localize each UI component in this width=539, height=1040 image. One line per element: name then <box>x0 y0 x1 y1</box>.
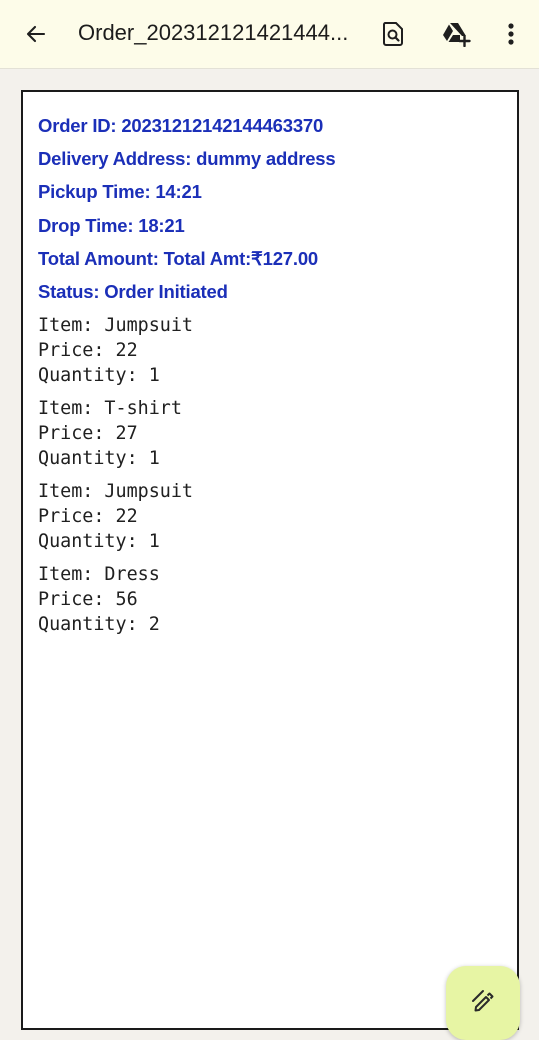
list-item: Item: Jumpsuit Price: 22 Quantity: 1 <box>38 479 193 554</box>
status-line: Status: Order Initiated <box>38 280 228 302</box>
delivery-address-line: Delivery Address: dummy address <box>38 148 336 170</box>
item-price: Price: 56 <box>38 589 138 610</box>
find-in-document-button[interactable] <box>371 12 415 56</box>
item-price: Price: 22 <box>38 340 138 361</box>
annotate-button[interactable] <box>446 966 520 1040</box>
item-quantity: Quantity: 1 <box>38 365 160 386</box>
drop-time-line: Drop Time: 18:21 <box>38 214 185 236</box>
annotate-pen-icon <box>472 990 494 1012</box>
order-id-line: Order ID: 20231212142144463370 <box>38 115 324 136</box>
item-name: Item: Jumpsuit <box>38 481 194 502</box>
item-name: Item: T-shirt <box>38 398 182 419</box>
arrow-left-icon <box>26 25 46 43</box>
find-in-document-icon <box>382 22 403 46</box>
more-vertical-icon <box>508 23 514 45</box>
add-to-drive-icon <box>443 23 471 47</box>
item-quantity: Quantity: 1 <box>38 448 160 469</box>
item-name: Item: Dress <box>38 564 160 585</box>
pdf-page: Order ID: 20231212142144463370 Delivery … <box>21 90 519 1030</box>
back-button[interactable] <box>14 12 58 56</box>
list-item: Item: Dress Price: 56 Quantity: 2 <box>38 562 193 637</box>
list-item: Item: Jumpsuit Price: 22 Quantity: 1 <box>38 313 193 388</box>
item-quantity: Quantity: 2 <box>38 614 160 635</box>
item-price: Price: 27 <box>38 423 138 444</box>
list-item: Item: T-shirt Price: 27 Quantity: 1 <box>38 396 193 471</box>
item-price: Price: 22 <box>38 506 138 527</box>
document-title: Order_202312121421444... <box>78 20 349 45</box>
add-to-drive-button[interactable] <box>434 12 478 56</box>
pickup-time-line: Pickup Time: 14:21 <box>38 181 202 203</box>
item-quantity: Quantity: 1 <box>38 531 160 552</box>
item-name: Item: Jumpsuit <box>38 315 194 336</box>
total-amount-line: Total Amount: Total Amt:₹127.00 <box>38 247 318 269</box>
order-summary: Order ID: 20231212142144463370 Delivery … <box>38 112 336 311</box>
item-list: Item: Jumpsuit Price: 22 Quantity: 1 Ite… <box>38 313 193 645</box>
more-options-button[interactable] <box>489 12 533 56</box>
app-bar: Order_202312121421444... <box>0 0 539 69</box>
